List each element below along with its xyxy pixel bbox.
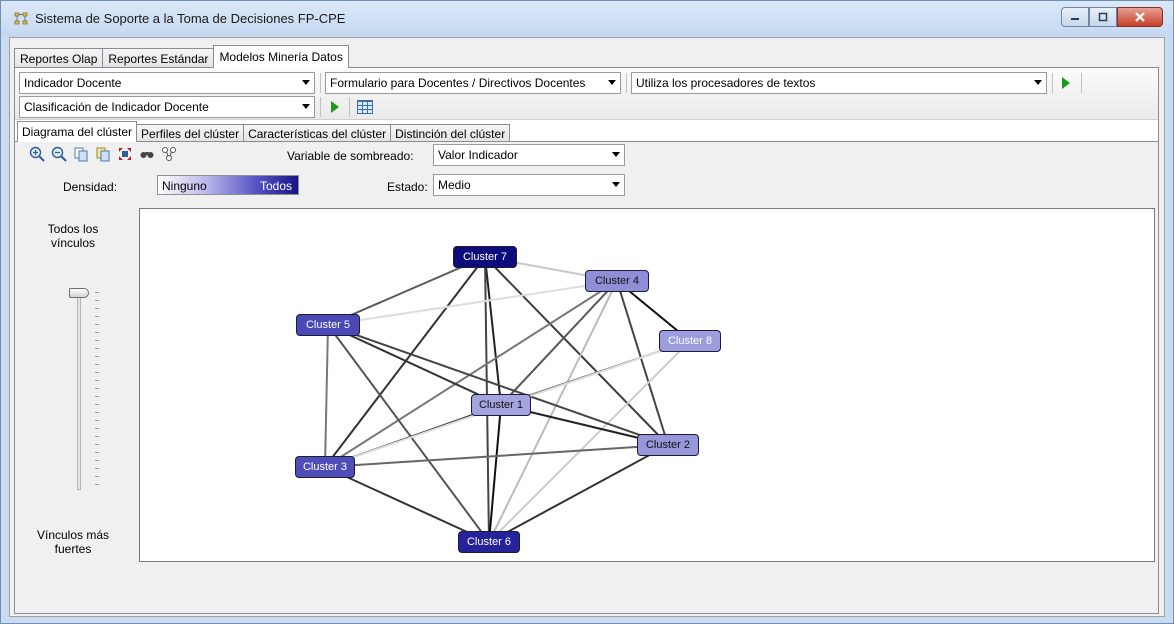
cluster-node-c1[interactable]: Cluster 1 [471,394,531,416]
question-combo[interactable]: Utiliza los procesadores de textos [631,72,1047,94]
cluster-link-c5-c3[interactable] [324,324,329,468]
cluster-link-c2-c6[interactable] [488,444,669,543]
chevron-down-icon [612,182,620,187]
shading-variable-combo[interactable]: Valor Indicador [433,144,625,166]
state-label: Estado: [387,180,428,194]
zoom-out-icon[interactable] [51,146,67,162]
chevron-down-icon [608,80,616,85]
link-strength-slider-area: Todos los vínculos Vínculos más fuertes [15,210,137,602]
shading-variable-label: Variable de sombreado: [287,149,414,163]
run-model-play-icon[interactable] [331,101,339,113]
cluster-link-c4-c3[interactable] [324,280,618,468]
app-icon [14,12,28,25]
chevron-down-icon [612,152,620,157]
run-play-icon[interactable] [1062,77,1070,89]
chevron-down-icon [1034,80,1042,85]
chevron-down-icon [302,80,310,85]
slider-top-label: Todos los vínculos [47,222,99,250]
tab-modelos-mineria[interactable]: Modelos Minería Datos [213,45,349,68]
cluster-node-c3[interactable]: Cluster 3 [295,456,355,478]
client-area: Reportes Olap Reportes Estándar Modelos … [9,37,1165,617]
toolbar-separator [626,73,627,93]
question-combo-value: Utiliza los procesadores de textos [636,76,816,90]
toolbar-separator [320,97,321,117]
copy-graph-icon[interactable] [95,146,111,162]
slider-track[interactable] [77,290,81,490]
tab-diagrama-cluster[interactable]: Diagrama del clúster [17,121,138,142]
cluster-node-c4[interactable]: Cluster 4 [585,270,649,292]
tab-reportes-olap[interactable]: Reportes Olap [14,48,104,68]
tab-reportes-estandar[interactable]: Reportes Estándar [102,48,215,68]
chevron-down-icon [302,104,310,109]
tab-caracteristicas-cluster[interactable]: Características del clúster [243,124,392,142]
window-controls [1061,7,1163,27]
slider-ticks [95,292,99,488]
cluster-graph[interactable]: Cluster 7 Cluster 4 Cluster 5 Cluster 8 Clus… [139,208,1155,562]
cluster-node-c8[interactable]: Cluster 8 [659,330,721,352]
main-tab-strip: Reportes Olap Reportes Estándar Modelos … [14,45,349,68]
close-icon [1135,12,1145,22]
cluster-node-c2[interactable]: Cluster 2 [637,434,699,456]
close-button[interactable] [1117,7,1163,27]
zoom-in-icon[interactable] [29,146,45,162]
app-window: Sistema de Soporte a la Toma de Decision… [0,0,1174,624]
maximize-button[interactable] [1089,7,1117,27]
classification-combo[interactable]: Clasificación de Indicador Docente [19,96,315,118]
title-bar[interactable]: Sistema de Soporte a la Toma de Decision… [1,1,1173,37]
cluster-links [324,256,691,543]
cluster-diagram-panel: Variable de sombreado: Valor Indicador D… [15,141,1158,613]
cluster-link-c4-c5[interactable] [327,280,618,326]
toolbar-separator [1081,73,1082,93]
state-combo[interactable]: Medio [433,174,625,196]
copy-icon[interactable] [73,146,89,162]
toolbar-separator [349,97,350,117]
state-value: Medio [438,178,471,192]
form-combo-value: Formulario para Docentes / Directivos Do… [330,76,586,90]
fit-to-window-icon[interactable] [117,146,133,162]
model-toolbar: Indicador Docente Formulario para Docent… [15,68,1158,120]
cluster-node-c6[interactable]: Cluster 6 [458,531,520,553]
window-title: Sistema de Soporte a la Toma de Decision… [35,11,346,26]
density-high-label: Todos [259,179,292,193]
tab-perfiles-cluster[interactable]: Perfiles del clúster [136,124,245,142]
toolbar-separator [320,73,321,93]
cluster-link-c5-c2[interactable] [327,324,669,446]
density-label: Densidad: [63,180,118,194]
shading-variable-value: Valor Indicador [438,148,518,162]
tab-distincion-cluster[interactable]: Distinción del clúster [390,124,511,142]
cluster-link-c7-c3[interactable] [324,256,486,468]
slider-bottom-label: Vínculos más fuertes [36,528,110,556]
layout-icon[interactable] [161,146,177,162]
find-icon[interactable] [139,146,155,162]
indicator-combo[interactable]: Indicador Docente [19,72,315,94]
classification-combo-value: Clasificación de Indicador Docente [24,100,209,114]
maximize-icon [1098,12,1108,22]
cluster-node-c7[interactable]: Cluster 7 [453,246,517,268]
cluster-link-c5-c1[interactable] [327,324,502,406]
table-view-icon[interactable] [357,100,373,114]
cluster-view-tabs: Diagrama del clúster Perfiles del clúste… [17,121,511,142]
minimize-button[interactable] [1061,7,1089,27]
cluster-node-c5[interactable]: Cluster 5 [296,314,360,336]
indicator-combo-value: Indicador Docente [24,76,122,90]
mining-models-panel: Indicador Docente Formulario para Docent… [14,67,1159,614]
density-legend: Ninguno Todos [157,175,299,195]
minimize-icon [1071,18,1079,20]
form-combo[interactable]: Formulario para Docentes / Directivos Do… [325,72,621,94]
toolbar-separator [1052,73,1053,93]
slider-thumb[interactable] [69,288,89,298]
density-low-label: Ninguno [162,179,207,193]
